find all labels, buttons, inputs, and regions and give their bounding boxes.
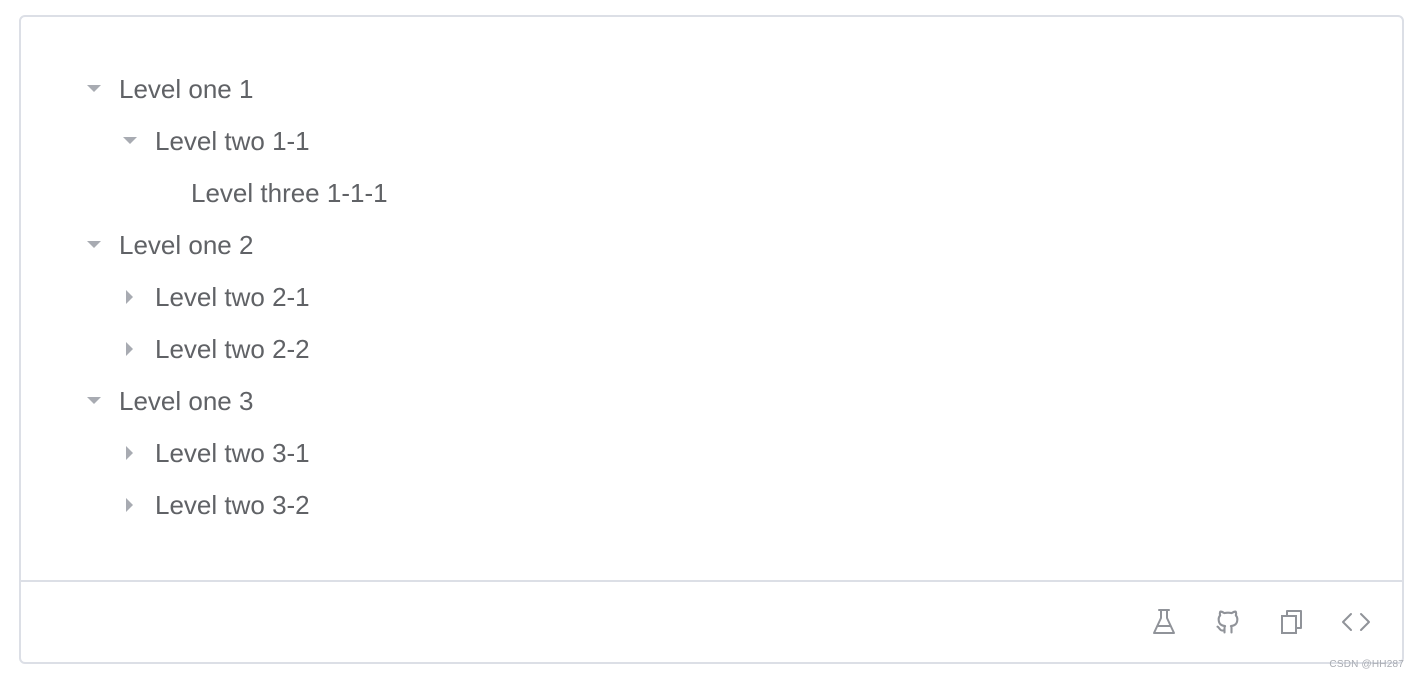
tree-node-label: Level two 3-1 — [155, 438, 310, 468]
demo-footer — [21, 580, 1402, 662]
tree: Level one 1 Level two 1-1 Level three 1-… — [21, 63, 1402, 531]
tree-node-level-one-3[interactable]: Level one 3 — [21, 375, 1402, 427]
view-source-button[interactable] — [1338, 604, 1374, 640]
playground-button[interactable] — [1146, 604, 1182, 640]
caret-right-icon[interactable] — [121, 496, 139, 514]
tree-node-level-two-1-1[interactable]: Level two 1-1 — [21, 115, 1402, 167]
tree-node-label: Level one 2 — [119, 230, 254, 260]
tree-node-level-one-1[interactable]: Level one 1 — [21, 63, 1402, 115]
caret-right-icon[interactable] — [121, 340, 139, 358]
tree-node-label: Level two 2-2 — [155, 334, 310, 364]
code-icon — [1342, 613, 1370, 631]
watermark: CSDN @HH287 — [1329, 659, 1404, 670]
tree-node-level-two-2-1[interactable]: Level two 2-1 — [21, 271, 1402, 323]
github-icon — [1216, 610, 1239, 634]
caret-right-icon[interactable] — [121, 288, 139, 306]
demo-card: Level one 1 Level two 1-1 Level three 1-… — [19, 15, 1404, 664]
caret-down-icon[interactable] — [121, 132, 139, 150]
flask-icon — [1153, 609, 1175, 634]
tree-node-label: Level one 1 — [119, 74, 254, 104]
tree-node-level-two-2-2[interactable]: Level two 2-2 — [21, 323, 1402, 375]
tree-node-label: Level two 3-2 — [155, 490, 310, 520]
copy-icon — [1281, 610, 1302, 634]
footer-actions — [1146, 604, 1374, 640]
tree-node-label: Level two 2-1 — [155, 282, 310, 312]
caret-down-icon[interactable] — [85, 392, 103, 410]
github-button[interactable] — [1210, 604, 1246, 640]
tree-node-label: Level one 3 — [119, 386, 254, 416]
copy-button[interactable] — [1274, 604, 1310, 640]
caret-right-icon[interactable] — [121, 444, 139, 462]
tree-node-level-three-1-1-1[interactable]: Level three 1-1-1 — [21, 167, 1402, 219]
tree-node-level-one-2[interactable]: Level one 2 — [21, 219, 1402, 271]
tree-node-label: Level three 1-1-1 — [191, 178, 388, 208]
caret-down-icon[interactable] — [85, 236, 103, 254]
tree-node-level-two-3-1[interactable]: Level two 3-1 — [21, 427, 1402, 479]
caret-down-icon[interactable] — [85, 80, 103, 98]
tree-node-label: Level two 1-1 — [155, 126, 310, 156]
tree-node-level-two-3-2[interactable]: Level two 3-2 — [21, 479, 1402, 531]
